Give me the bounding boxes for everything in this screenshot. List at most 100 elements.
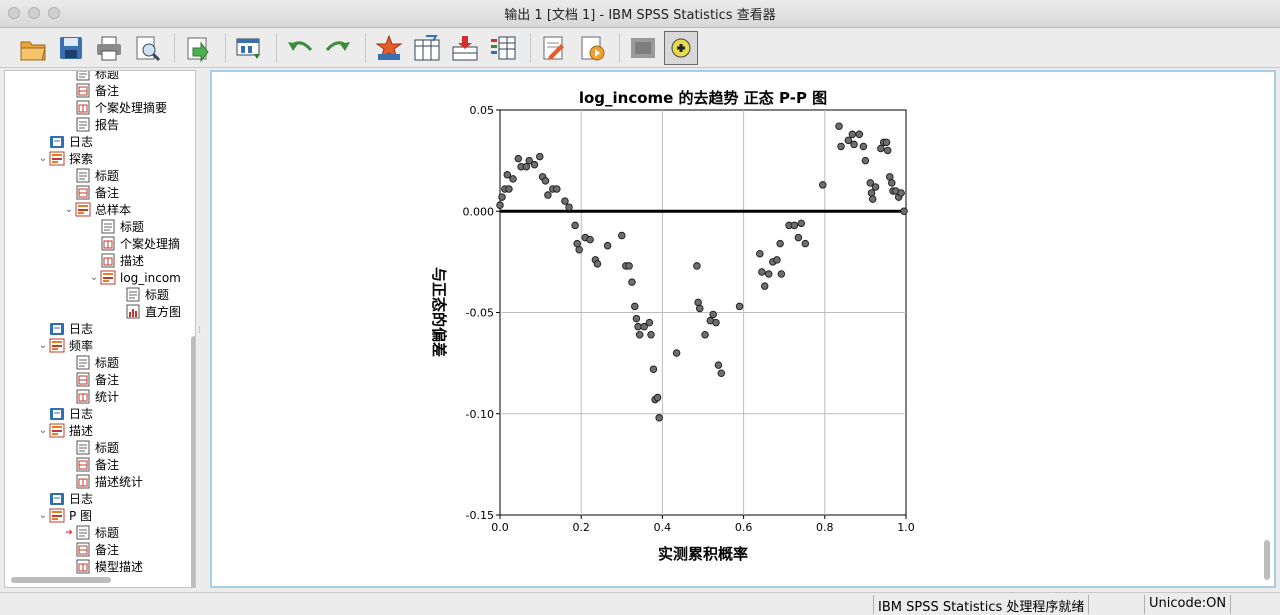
title-icon xyxy=(75,525,91,540)
outline-item[interactable]: 标题 xyxy=(113,286,169,303)
outline-item[interactable]: ⌄ 探索 xyxy=(37,150,93,167)
data-point xyxy=(855,130,864,139)
data-point xyxy=(573,239,581,248)
outline-item-label: 探索 xyxy=(69,152,94,166)
goto-case-icon xyxy=(375,34,403,60)
notes-icon xyxy=(75,542,91,557)
outline-item[interactable]: 标题 xyxy=(88,218,144,235)
minimize-window-button[interactable] xyxy=(28,7,40,19)
recall-dialog-button[interactable] xyxy=(232,31,266,65)
outline-item[interactable]: ⌄ P 图 xyxy=(37,507,92,524)
chart-title: log_income 的去趋势 正态 P-P 图 xyxy=(579,89,827,107)
outline-item[interactable]: 备注 xyxy=(63,371,119,388)
outline-item[interactable]: 备注 xyxy=(63,82,119,99)
window-titlebar: 输出 1 [文档 1] - IBM SPSS Statistics 查看器 xyxy=(0,0,1280,28)
disclosure-open-icon[interactable]: ⌄ xyxy=(37,340,49,351)
outline-vertical-scrollbar[interactable] xyxy=(191,336,195,587)
redo-button[interactable] xyxy=(321,31,355,65)
export-button[interactable] xyxy=(181,31,215,65)
hide-button[interactable] xyxy=(626,31,660,65)
outline-item[interactable]: 个案处理摘要 xyxy=(63,99,167,116)
outline-item[interactable]: 备注 xyxy=(63,541,119,558)
outline-item-label: P 图 xyxy=(69,509,93,523)
outline-item[interactable]: ⌄ 总样本 xyxy=(63,201,131,218)
insert-cases-button[interactable] xyxy=(448,31,482,65)
variables-button[interactable] xyxy=(486,31,520,65)
outline-item[interactable]: 备注 xyxy=(63,184,119,201)
disclosure-open-icon[interactable]: ⌄ xyxy=(37,510,49,521)
insert-output-button[interactable] xyxy=(575,31,609,65)
open-button[interactable] xyxy=(16,31,50,65)
outline-item-label: 直方图 xyxy=(145,305,182,319)
outline-item-label: 标题 xyxy=(95,169,120,183)
outline-item-label: 模型描述 xyxy=(95,560,144,574)
outline-horizontal-scrollbar[interactable] xyxy=(11,577,111,583)
outline-item[interactable]: ⌄ 描述 xyxy=(37,422,93,439)
outline-item[interactable]: ⌄ log_incom xyxy=(88,269,181,286)
data-point xyxy=(628,278,636,286)
y-tick-label: 0.000 xyxy=(463,205,495,218)
designate-window-button[interactable] xyxy=(537,31,571,65)
add-button[interactable] xyxy=(664,30,698,65)
outline-item[interactable]: ⌄ 频率 xyxy=(37,337,93,354)
outline-item[interactable]: 日志 xyxy=(37,405,93,422)
outline-item[interactable]: 直方图 xyxy=(113,303,181,320)
close-window-button[interactable] xyxy=(8,7,20,19)
data-point xyxy=(835,122,843,130)
goto-variable-button[interactable] xyxy=(410,31,444,65)
data-point xyxy=(575,245,583,254)
data-point xyxy=(625,262,633,270)
outline-item[interactable]: 标题 xyxy=(63,354,119,371)
outline-item[interactable]: 描述 xyxy=(88,252,144,269)
detrended-pp-chart[interactable]: 0.0 0.2 0.4 0.6 0.8 1.0 0.05 0.000 -0.05 -0.10 -0.… xyxy=(212,72,1274,586)
disclosure-open-icon[interactable]: ⌄ xyxy=(63,204,75,215)
print-preview-button[interactable] xyxy=(130,31,164,65)
disclosure-open-icon[interactable]: ⌄ xyxy=(37,153,49,164)
data-point xyxy=(544,191,552,199)
undo-button[interactable] xyxy=(283,31,317,65)
zoom-window-button[interactable] xyxy=(48,7,60,19)
data-point xyxy=(819,181,827,189)
outline-item[interactable]: 个案处理摘 xyxy=(88,235,180,252)
data-point xyxy=(714,361,723,369)
outline-item-label: 统计 xyxy=(95,390,120,404)
log-icon xyxy=(49,406,65,421)
outline-item[interactable]: 标题 xyxy=(63,167,119,184)
outline-item[interactable]: 日志 xyxy=(37,320,93,337)
recall-dialog-icon xyxy=(236,38,260,59)
data-point xyxy=(897,189,905,197)
content-scrollbar[interactable] xyxy=(1264,540,1270,580)
data-point xyxy=(655,414,663,422)
title-icon xyxy=(75,168,91,183)
goto-case-button[interactable] xyxy=(372,31,406,65)
y-tick-label: -0.15 xyxy=(466,509,494,522)
goto-variable-icon xyxy=(414,34,440,60)
x-tick-label: 0.6 xyxy=(735,521,753,534)
outline-item[interactable]: 日志 xyxy=(37,490,93,507)
outline-item[interactable]: 描述统计 xyxy=(63,473,143,490)
window-title: 输出 1 [文档 1] - IBM SPSS Statistics 查看器 xyxy=(504,8,776,23)
disclosure-open-icon[interactable]: ⌄ xyxy=(37,425,49,436)
outline-item[interactable]: 报告 xyxy=(63,116,119,133)
outline-item[interactable]: 备注 xyxy=(63,456,119,473)
data-point xyxy=(712,318,720,327)
disclosure-open-icon[interactable]: ⌄ xyxy=(88,272,100,283)
outline-item[interactable]: 标题 xyxy=(63,70,120,82)
save-button[interactable] xyxy=(54,31,88,65)
print-button[interactable] xyxy=(92,31,126,65)
data-point xyxy=(900,207,908,215)
data-point xyxy=(645,318,654,327)
outline-item[interactable]: 日志 xyxy=(37,133,93,150)
outline-item[interactable]: 标题 xyxy=(63,439,119,456)
outline-item[interactable]: 模型描述 xyxy=(63,558,143,575)
outline-item-label: 日志 xyxy=(69,492,94,506)
pane-splitter[interactable]: ⁝ xyxy=(198,70,208,588)
outline-item[interactable]: ➔ 标题 xyxy=(63,524,119,541)
y-tick-label: 0.05 xyxy=(470,104,495,117)
outline-item[interactable]: 统计 xyxy=(63,388,119,405)
outline-item-label: 备注 xyxy=(95,84,120,98)
data-point xyxy=(565,203,573,211)
status-bar: IBM SPSS Statistics 处理程序就绪 Unicode:ON xyxy=(0,592,1280,615)
outline-item-label: 标题 xyxy=(95,70,120,81)
log-icon xyxy=(49,321,65,336)
